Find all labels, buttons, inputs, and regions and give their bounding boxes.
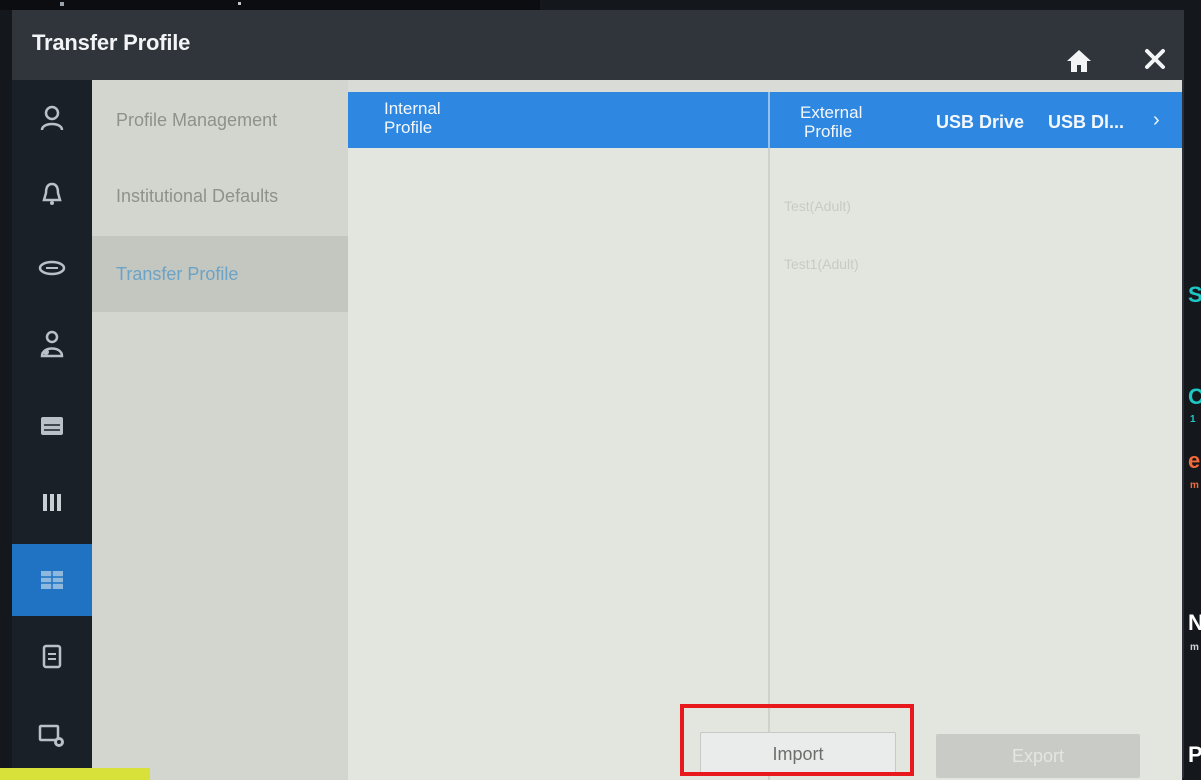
external-profile-header-line2: Profile (804, 122, 853, 141)
edge-text: m (1190, 480, 1199, 491)
chevron-right-icon[interactable]: › (1153, 110, 1160, 130)
tab-usb-drive-2[interactable]: USB Dl... (1048, 113, 1124, 131)
rail-item-trends[interactable] (12, 468, 92, 536)
rail-item-patient[interactable] (12, 310, 92, 378)
internal-profile-header-line1: Internal (384, 99, 441, 118)
edge-text: P (1188, 742, 1201, 767)
table-header: Internal Profile External Profile USB Dr… (348, 92, 1182, 148)
annotation-highlight (680, 704, 914, 776)
rail-item-logs[interactable] (12, 622, 92, 690)
dialog-title: Transfer Profile (32, 30, 191, 55)
home-icon (1067, 50, 1091, 72)
edge-text: e (1188, 448, 1201, 473)
indicator-dot (60, 2, 64, 6)
bars-icon (43, 494, 61, 511)
indicator-dot (238, 2, 241, 5)
status-accent-bar (0, 768, 150, 780)
settings-subnav: Profile Management Institutional Default… (92, 80, 348, 780)
bell-icon (42, 182, 62, 205)
top-strip (0, 0, 540, 10)
rail-item-display-settings[interactable] (12, 702, 92, 770)
subnav-item-label: Transfer Profile (116, 263, 239, 284)
monitor-icon (41, 417, 63, 435)
close-icon (1145, 49, 1165, 69)
transfer-profile-dialog: Transfer Profile Profile Management Inst… (12, 10, 1184, 780)
edge-text: m (1190, 642, 1199, 653)
table-icon (41, 571, 63, 589)
rail-item-monitoring[interactable] (12, 392, 92, 460)
subnav-item-label: Institutional Defaults (116, 185, 279, 206)
content-panel: Profile Management Institutional Default… (92, 80, 1182, 780)
rail-item-user[interactable] (12, 84, 92, 152)
rail-item-ventilation[interactable] (12, 234, 92, 302)
edge-text: N (1188, 610, 1201, 635)
external-profile-header-line1: External (800, 103, 863, 122)
subnav-item-profile-management[interactable]: Profile Management (92, 82, 348, 158)
list-item-external-profile[interactable]: Test1(Adult) (784, 256, 859, 272)
close-button[interactable] (1140, 44, 1170, 74)
edge-text: 1 (1190, 414, 1196, 425)
column-divider (768, 148, 770, 780)
tab-usb-drive[interactable]: USB Drive (936, 113, 1024, 131)
subnav-item-label: Profile Management (116, 109, 278, 130)
icon-rail (12, 80, 92, 780)
internal-profile-header-line2: Profile (384, 118, 433, 137)
user-icon (40, 105, 64, 131)
lungs-icon (38, 260, 66, 276)
screen-settings-icon (38, 724, 64, 747)
header-divider (768, 92, 770, 148)
list-item-external-profile[interactable]: Test(Adult) (784, 198, 851, 214)
patient-icon (40, 330, 64, 358)
profile-transfer-table: Internal Profile External Profile USB Dr… (348, 92, 1182, 780)
edge-text: C (1188, 384, 1201, 409)
rail-item-system[interactable] (12, 544, 92, 616)
subnav-item-transfer-profile[interactable]: Transfer Profile (92, 236, 348, 312)
dialog-titlebar: Transfer Profile (12, 10, 1184, 80)
home-button[interactable] (1064, 46, 1094, 76)
rail-item-alarms[interactable] (12, 160, 92, 228)
edge-text: S (1188, 282, 1201, 307)
device-screen: Transfer Profile Profile Management Inst… (0, 0, 1201, 780)
clipboard-icon (42, 644, 62, 669)
subnav-item-institutional-defaults[interactable]: Institutional Defaults (92, 158, 348, 234)
export-button[interactable]: Export (936, 734, 1140, 778)
